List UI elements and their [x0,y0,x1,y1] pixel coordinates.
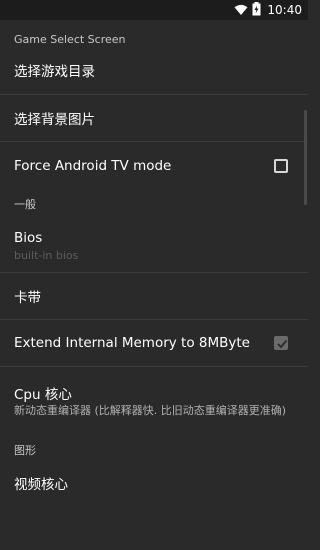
status-bar: 10:40 [0,0,308,20]
select-background-image-item[interactable]: 选择背景图片 [0,95,308,142]
settings-list: Game Select Screen 选择游戏目录 选择背景图片 Force A… [0,20,308,503]
section-header-graphics: 图形 [14,444,36,457]
select-game-directory-item[interactable]: 选择游戏目录 [0,46,308,95]
wifi-icon [234,1,248,20]
cpu-core-item[interactable]: Cpu 核心 新动态重编译器 (比解释器快. 比旧动态重编译器更准确) [0,367,308,437]
extend-memory-item[interactable]: Extend Internal Memory to 8MByte [0,320,308,367]
force-android-tv-item[interactable]: Force Android TV mode [0,142,308,189]
cartridge-label: 卡带 [14,290,41,306]
status-icons: 10:40 [234,1,302,20]
video-core-item[interactable]: 视频核心 [0,463,308,503]
scrollbar[interactable] [304,110,307,205]
status-time: 10:40 [267,3,302,17]
bios-summary: built-in bios [14,249,79,262]
bios-label: Bios [14,230,43,246]
bios-item[interactable]: Bios built-in bios [0,219,308,273]
video-core-label: 视频核心 [14,477,68,493]
cpu-core-summary: 新动态重编译器 (比解释器快. 比旧动态重编译器更准确) [14,404,287,417]
section-header-game-select: Game Select Screen [14,33,126,46]
force-android-tv-checkbox[interactable] [274,158,288,173]
cpu-core-label: Cpu 核心 [14,387,72,403]
extend-memory-label: Extend Internal Memory to 8MByte [14,335,250,351]
section-header-general: 一般 [14,198,36,211]
check-icon [277,339,288,349]
cartridge-item[interactable]: 卡带 [0,273,308,320]
select-game-directory-label: 选择游戏目录 [14,64,95,80]
extend-memory-checkbox[interactable] [274,336,288,350]
battery-icon [252,1,261,20]
force-android-tv-label: Force Android TV mode [14,157,172,174]
select-background-image-label: 选择背景图片 [14,112,95,128]
